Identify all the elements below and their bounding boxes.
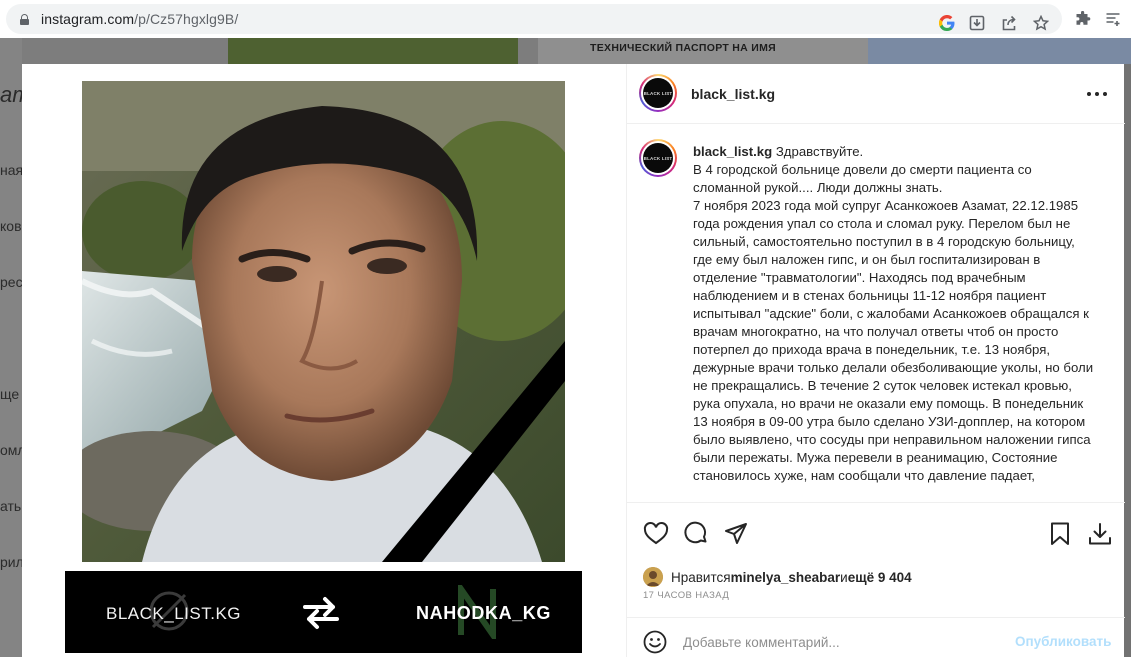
- likes-prefix: Нравится: [671, 569, 731, 585]
- background-right-edge: [1124, 64, 1131, 657]
- comment-bar: Опубликовать: [627, 617, 1125, 657]
- comment-icon[interactable]: [683, 521, 709, 547]
- likes-count[interactable]: ещё 9 404: [848, 570, 912, 585]
- emoji-icon[interactable]: [643, 630, 667, 654]
- background-nav-fragment: ще: [0, 386, 20, 402]
- more-options-icon[interactable]: [1087, 90, 1109, 98]
- post-actions: [627, 521, 1125, 551]
- publish-button[interactable]: Опубликовать: [1015, 634, 1111, 649]
- download-post-icon[interactable]: [1087, 521, 1113, 547]
- likes-summary: Нравится minelya_sheabar и ещё 9 404: [643, 567, 912, 587]
- post-author-username[interactable]: black_list.kg: [691, 86, 775, 102]
- extensions-icon[interactable]: [1074, 10, 1092, 28]
- background-nav-fragment: рес: [0, 274, 23, 290]
- post-modal: BLACK_LIST.KG NAHODKA_KG BLACK LIST blac…: [22, 64, 1125, 657]
- google-icon[interactable]: [938, 14, 956, 32]
- background-post-thumbnail: [228, 38, 518, 64]
- post-header: BLACK LIST black_list.kg: [627, 64, 1125, 124]
- background-sidebar: am ная ков рес ще омл ать рил: [0, 38, 31, 657]
- lock-icon[interactable]: [20, 13, 29, 25]
- post-details-panel: BLACK LIST black_list.kg BLACK LIST blac…: [626, 64, 1125, 657]
- likes-conjunction: и: [840, 569, 848, 585]
- post-media: BLACK_LIST.KG NAHODKA_KG: [22, 64, 626, 657]
- avatar[interactable]: BLACK LIST: [639, 139, 677, 177]
- address-bar[interactable]: instagram.com/p/Cz57hgxlg9B/: [6, 4, 1062, 34]
- caption-username[interactable]: black_list.kg: [693, 144, 772, 159]
- post-banner: BLACK_LIST.KG NAHODKA_KG: [65, 571, 582, 653]
- background-document-title: ТЕХНИЧЕСКИЙ ПАСПОРТ НА ИМЯ: [590, 42, 777, 54]
- download-icon[interactable]: [968, 14, 986, 32]
- banner-left-text: BLACK_LIST.KG: [106, 604, 242, 623]
- background-handwriting-thumbnail: [868, 38, 1131, 64]
- share-direct-icon[interactable]: [723, 521, 749, 547]
- comment-input[interactable]: [683, 632, 1003, 652]
- browser-toolbar: instagram.com/p/Cz57hgxlg9B/: [0, 0, 1131, 38]
- bookmark-icon[interactable]: [1047, 521, 1073, 547]
- background-nav-fragment: ная: [0, 162, 24, 178]
- background-nav-fragment: ков: [0, 218, 22, 234]
- like-heart-icon[interactable]: [643, 521, 669, 547]
- swap-arrows-icon: [303, 597, 339, 629]
- star-icon[interactable]: [1032, 14, 1050, 32]
- reading-list-icon[interactable]: [1104, 10, 1122, 28]
- share-icon[interactable]: [1000, 14, 1018, 32]
- caption-scroll-area[interactable]: BLACK LIST black_list.kg Здравствуйте. В…: [627, 125, 1125, 503]
- post-timestamp[interactable]: 17 часов назад: [643, 590, 729, 601]
- background-nav-fragment: ать: [0, 498, 22, 514]
- post-photo[interactable]: [82, 81, 565, 562]
- post-caption: black_list.kg Здравствуйте. В 4 городско…: [693, 143, 1097, 485]
- background-nav-fragment: рил: [0, 554, 24, 570]
- caption-text: Здравствуйте. В 4 городской больнице дов…: [693, 144, 1094, 483]
- liker-avatar[interactable]: [643, 567, 663, 587]
- liker-username[interactable]: minelya_sheabar: [731, 570, 841, 585]
- avatar[interactable]: BLACK LIST: [639, 74, 677, 112]
- banner-right-text: NAHODKA_KG: [416, 603, 552, 623]
- url-text[interactable]: instagram.com/p/Cz57hgxlg9B/: [41, 11, 238, 27]
